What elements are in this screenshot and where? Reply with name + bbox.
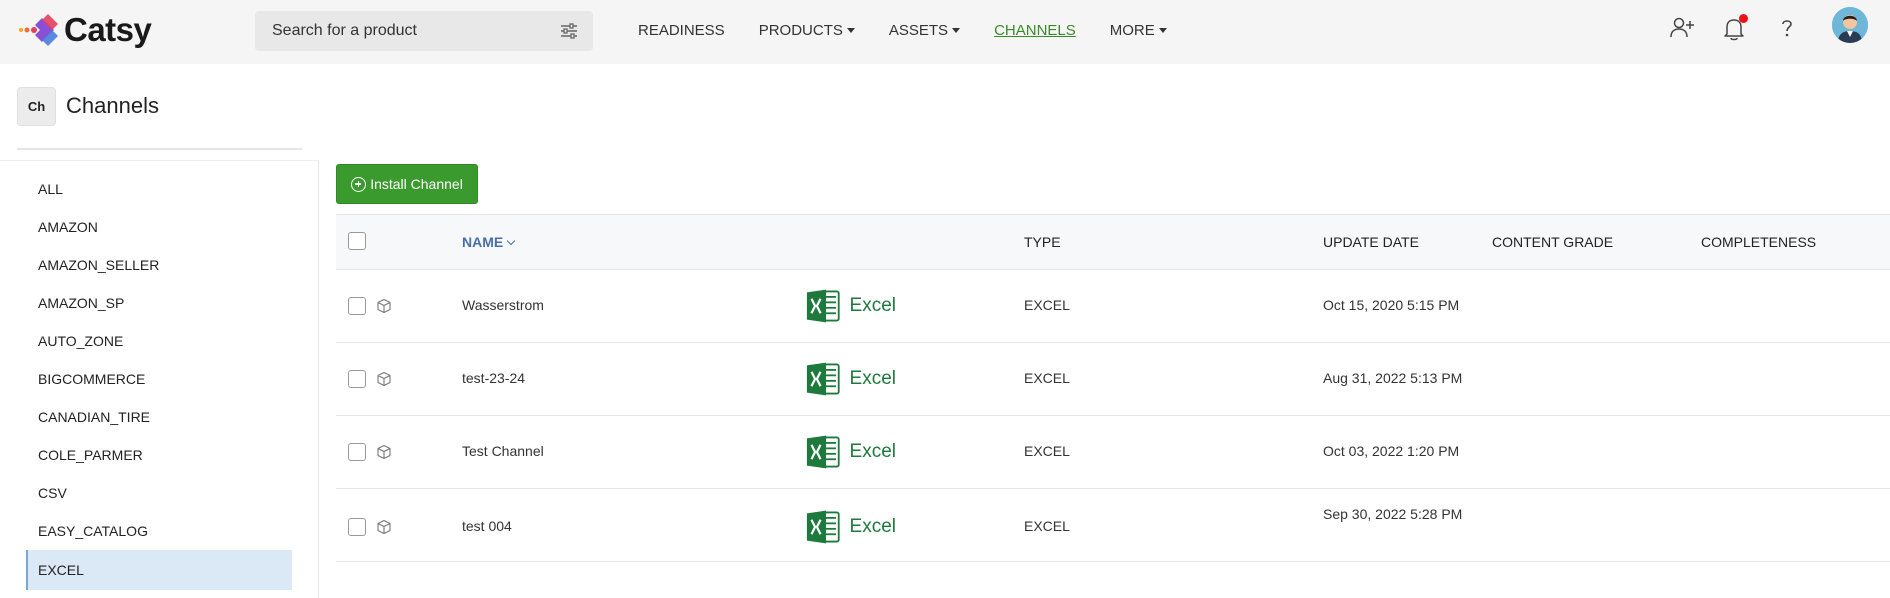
channels-badge: Ch [17,87,56,126]
nav-readiness[interactable]: READINESS [638,19,725,41]
row-name[interactable]: Wasserstrom [462,297,544,313]
row-checkbox[interactable] [348,518,366,536]
caret-down-icon [846,27,855,33]
nav-assets-label: ASSETS [888,21,949,39]
divider [17,148,302,150]
nav-products[interactable]: PRODUCTS [759,19,855,41]
sidebar-item-bigcommerce[interactable]: BIGCOMMERCE [26,360,292,398]
search-bar [255,11,593,51]
user-avatar-icon [1832,7,1868,43]
row-type: EXCEL [1024,370,1070,386]
channel-type-list: ALL AMAZON AMAZON_SELLER AMAZON_SP AUTO_… [26,170,292,590]
column-header-update-date[interactable]: UPDATE DATE [1323,234,1419,250]
sidebar-item-amazon-sp[interactable]: AMAZON_SP [26,284,292,322]
row-update-date: Oct 15, 2020 5:15 PM [1323,297,1460,313]
excel-logo: Excel [806,508,896,546]
nav-assets[interactable]: ASSETS [888,19,961,41]
nav-readiness-label: READINESS [638,21,725,39]
table-row[interactable]: test 004 Excel EXCEL Sep 30, 2022 5:28 P… [336,489,1890,562]
sidebar-item-amazon[interactable]: AMAZON [26,208,292,246]
select-all-checkbox[interactable] [348,232,366,250]
table-row[interactable]: Wasserstrom Excel EXCEL Oct 15, 2020 5:1… [336,270,1890,343]
nav-more-label: MORE [1109,21,1155,39]
divider [318,160,319,598]
brand-name: Catsy [64,11,152,48]
row-name[interactable]: test-23-24 [462,370,525,386]
row-name[interactable]: test 004 [462,518,512,534]
column-header-name[interactable]: NAME [462,234,516,250]
sidebar-item-canadian-tire[interactable]: CANADIAN_TIRE [26,398,292,436]
help-icon[interactable] [1773,14,1801,42]
row-type: EXCEL [1024,518,1070,534]
column-header-completeness[interactable]: COMPLETENESS [1701,234,1816,250]
table-row[interactable]: test-23-24 Excel EXCEL Aug 31, 2022 5:13… [336,343,1890,416]
excel-logo-text: Excel [849,368,896,389]
catsy-logo[interactable]: Catsy [18,10,152,50]
row-update-date: Oct 03, 2022 1:20 PM [1323,443,1460,459]
excel-icon [806,289,840,323]
sidebar-item-csv[interactable]: CSV [26,474,292,512]
channels-table: NAME TYPE UPDATE DATE CONTENT GRADE COMP… [336,214,1890,562]
table-row[interactable]: Test Channel Excel EXCEL Oct 03, 2022 1:… [336,416,1890,489]
sliders-icon[interactable] [559,21,579,41]
excel-icon [806,510,840,544]
excel-logo-text: Excel [849,441,896,462]
main-nav: READINESS PRODUCTS ASSETS CHANNELS MORE [638,19,1201,41]
nav-channels-label: CHANNELS [994,21,1076,39]
row-checkbox[interactable] [348,370,366,388]
avatar[interactable] [1832,7,1868,43]
install-channel-label: Install Channel [370,176,463,192]
cube-icon [377,519,391,535]
add-user-icon[interactable] [1668,14,1696,42]
sidebar-item-excel[interactable]: EXCEL [26,550,292,590]
row-name[interactable]: Test Channel [462,443,544,459]
column-header-type[interactable]: TYPE [1024,234,1061,250]
divider [0,160,318,161]
excel-icon [806,435,840,469]
nav-channels[interactable]: CHANNELS [994,19,1076,41]
row-type: EXCEL [1024,443,1070,459]
row-type: EXCEL [1024,297,1070,313]
page-title: Channels [66,93,159,118]
notification-badge [1739,14,1748,23]
sidebar-item-cole-parmer[interactable]: COLE_PARMER [26,436,292,474]
row-update-date: Sep 30, 2022 5:28 PM [1323,506,1463,522]
nav-products-label: PRODUCTS [758,21,843,39]
row-checkbox[interactable] [348,297,366,315]
row-checkbox[interactable] [348,443,366,461]
table-header: NAME TYPE UPDATE DATE CONTENT GRADE COMP… [336,214,1890,270]
search-input[interactable] [255,11,535,51]
excel-logo: Excel [806,360,896,398]
excel-logo: Excel [806,287,896,325]
nav-more[interactable]: MORE [1110,19,1167,41]
top-bar: Catsy READINESS PRODUCTS ASSETS CHANNELS… [0,0,1890,64]
cube-icon [377,298,391,314]
sidebar-item-amazon-seller[interactable]: AMAZON_SELLER [26,246,292,284]
catsy-logo-icon [19,14,58,46]
excel-logo: Excel [806,433,896,471]
caret-down-icon [1158,27,1167,33]
excel-icon [806,362,840,396]
cube-icon [377,371,391,387]
cube-icon [377,444,391,460]
sidebar-item-easy-catalog[interactable]: EASY_CATALOG [26,512,292,550]
sidebar-item-all[interactable]: ALL [26,170,292,208]
plus-circle-icon [351,176,367,192]
caret-down-icon [952,27,961,33]
row-update-date: Aug 31, 2022 5:13 PM [1323,370,1463,386]
column-header-name-label: NAME [462,234,504,250]
install-channel-button[interactable]: Install Channel [336,164,478,204]
excel-logo-text: Excel [849,295,896,316]
sort-chevron-icon [506,236,516,246]
excel-logo-text: Excel [849,516,896,537]
column-header-content-grade[interactable]: CONTENT GRADE [1492,234,1613,250]
sidebar-item-auto-zone[interactable]: AUTO_ZONE [26,322,292,360]
